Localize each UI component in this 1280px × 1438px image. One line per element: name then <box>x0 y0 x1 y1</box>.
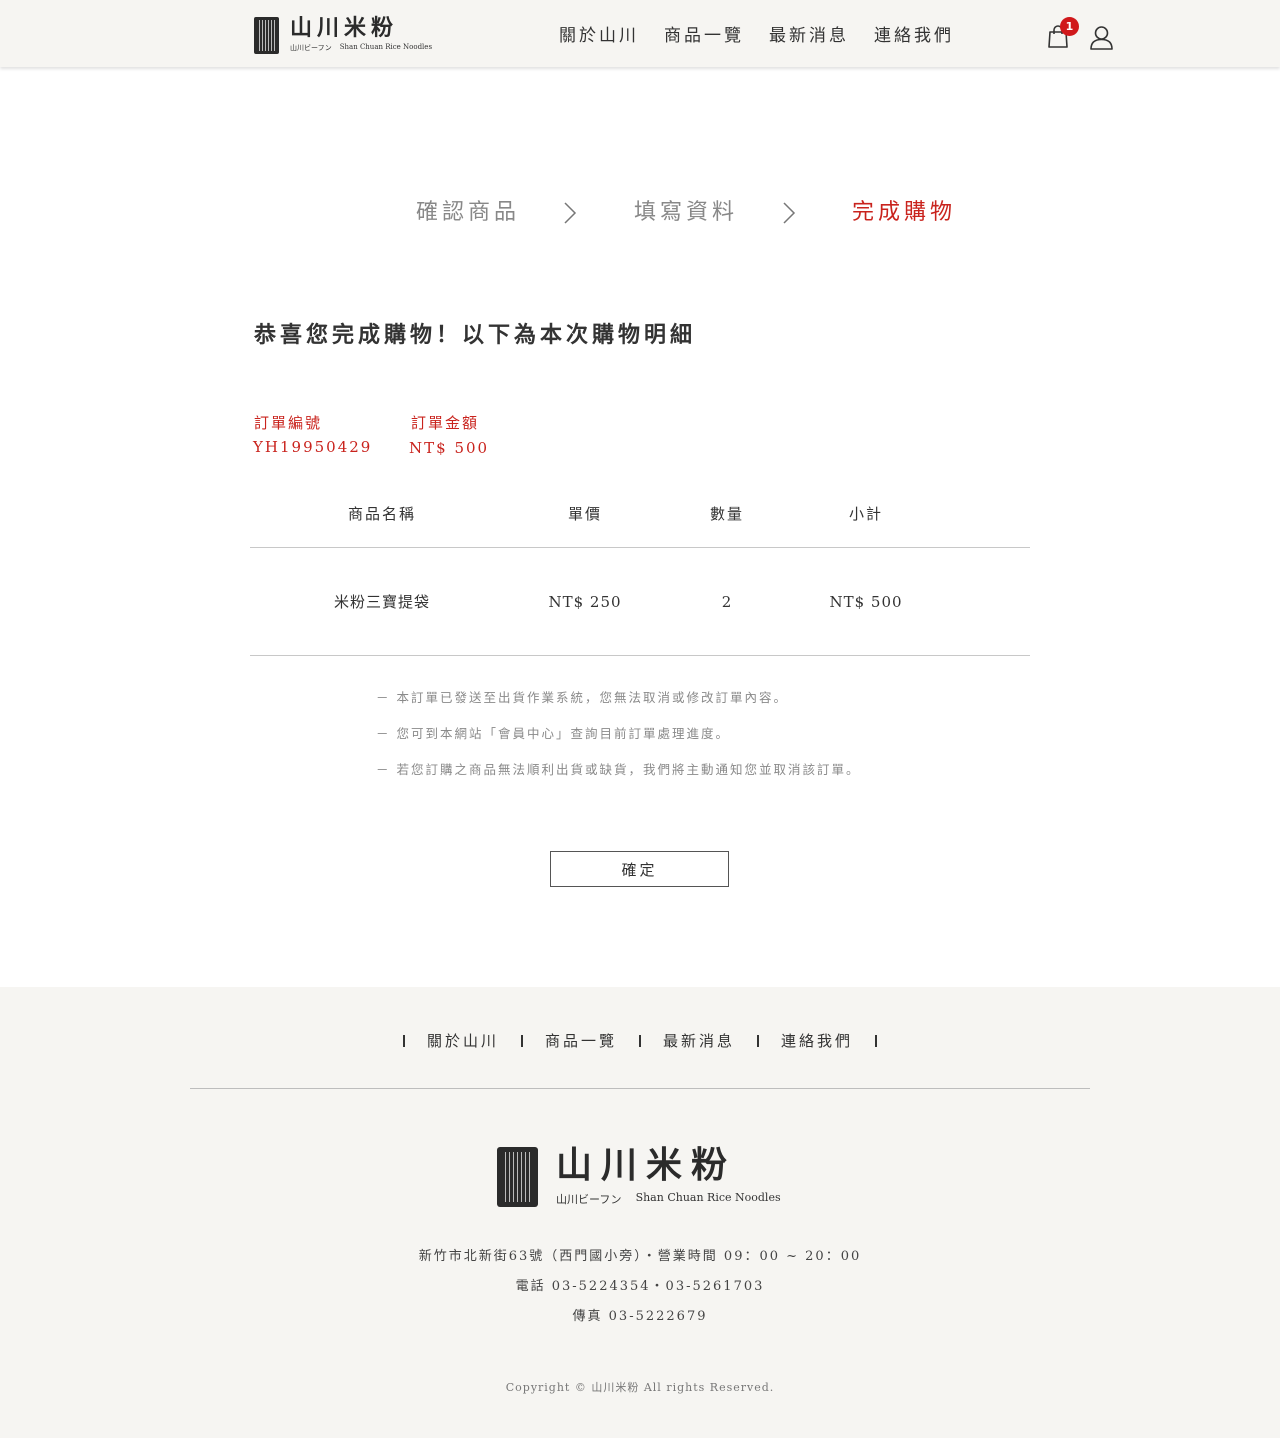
footer-logo-title: 山川米粉 <box>556 1145 737 1186</box>
footer-logo-en: Shan Chuan Rice Noodles <box>635 1191 781 1204</box>
cell-quantity: 2 <box>721 593 733 611</box>
nav-products[interactable]: 商品一覽 <box>664 24 769 48</box>
footer-logo-subtitle: 山川ビーフン Shan Chuan Rice Noodles <box>556 1191 781 1207</box>
footer-nav: 關於山川 商品一覽 最新消息 連絡我們 <box>0 1030 1280 1052</box>
col-subtotal: 小計 <box>848 505 883 523</box>
nav-news[interactable]: 最新消息 <box>769 24 874 48</box>
confirm-button[interactable]: 確定 <box>550 851 729 887</box>
footer-nav-products[interactable]: 商品一覽 <box>545 1030 617 1052</box>
order-number-value: YH19950429 <box>253 438 373 456</box>
order-note: － 本訂單已發送至出貨作業系統，您無法取消或修改訂單內容。 <box>376 690 788 705</box>
col-product-name: 商品名稱 <box>347 505 416 523</box>
cell-subtotal: NT$ 500 <box>829 593 903 611</box>
footer-nav-about[interactable]: 關於山川 <box>427 1030 499 1052</box>
nav-contact[interactable]: 連絡我們 <box>874 24 979 48</box>
site-header: 山川米粉 山川ビーフン Shan Chuan Rice Noodles 關於山川… <box>0 0 1280 67</box>
footer-phone: 電話 03-5224354・03-5261703 <box>515 1279 765 1294</box>
footer-nav-contact[interactable]: 連絡我們 <box>781 1030 853 1052</box>
site-footer: 關於山川 商品一覽 最新消息 連絡我們 山川米粉 山川ビーフン Shan Chu… <box>0 987 1280 1438</box>
col-quantity: 數量 <box>709 505 744 523</box>
footer-logo-jp: 山川ビーフン <box>556 1193 622 1206</box>
cart-count-badge[interactable]: 1 <box>1060 17 1079 36</box>
cell-product-name: 米粉三寶提袋 <box>333 593 430 611</box>
chevron-right-icon <box>564 202 577 224</box>
logo-text: 山川米粉 山川ビーフン Shan Chuan Rice Noodles <box>290 15 432 53</box>
footer-nav-divider <box>757 1035 760 1047</box>
footer-divider <box>190 1088 1090 1089</box>
logo-subtitle: 山川ビーフン Shan Chuan Rice Noodles <box>290 43 432 53</box>
user-icon[interactable] <box>1089 25 1114 50</box>
footer-fax: 傳真 03-5222679 <box>572 1309 708 1324</box>
footer-nav-divider <box>875 1035 878 1047</box>
logo-mark-icon <box>254 16 279 54</box>
order-note: － 您可到本網站「會員中心」查詢目前訂單處理進度。 <box>376 726 730 741</box>
checkout-steps: 確認商品 填寫資料 完成購物 <box>0 198 1280 228</box>
logo-mark-icon <box>497 1147 538 1207</box>
order-amount-value: NT$ 500 <box>409 439 490 457</box>
footer-nav-divider <box>639 1035 641 1047</box>
site-logo[interactable]: 山川米粉 山川ビーフン Shan Chuan Rice Noodles <box>254 16 432 54</box>
footer-nav-divider <box>520 1035 523 1047</box>
footer-logo-text: 山川米粉 山川ビーフン Shan Chuan Rice Noodles <box>556 1147 781 1207</box>
footer-address: 新竹市北新街63號（西門國小旁）・營業時間 09：00 ~ 20：00 <box>418 1249 862 1264</box>
step-fill-info: 填寫資料 <box>634 200 739 225</box>
footer-nav-news[interactable]: 最新消息 <box>663 1030 735 1052</box>
logo-jp: 山川ビーフン <box>290 43 332 52</box>
footer-nav-divider <box>402 1035 405 1047</box>
col-unit-price: 單價 <box>567 505 602 523</box>
main-nav: 關於山川 商品一覽 最新消息 連絡我們 <box>559 24 979 48</box>
footer-copyright: Copyright © 山川米粉 All rights Reserved. <box>505 1381 775 1394</box>
logo-en: Shan Chuan Rice Noodles <box>339 42 433 51</box>
chevron-right-icon <box>783 202 796 224</box>
step-confirm-products: 確認商品 <box>416 200 521 225</box>
order-amount-label: 訂單金額 <box>411 414 480 432</box>
order-number-label: 訂單編號 <box>254 414 323 432</box>
cell-unit-price: NT$ 250 <box>548 593 622 611</box>
page-title: 恭喜您完成購物！以下為本次購物明細 <box>254 322 697 348</box>
footer-logo: 山川米粉 山川ビーフン Shan Chuan Rice Noodles <box>497 1147 781 1207</box>
table-divider <box>250 655 1030 656</box>
logo-title: 山川米粉 <box>290 15 399 41</box>
order-note: － 若您訂購之商品無法順利出貨或缺貨，我們將主動通知您並取消該訂單。 <box>376 762 861 777</box>
nav-about[interactable]: 關於山川 <box>559 24 664 48</box>
table-divider <box>250 547 1030 548</box>
step-complete: 完成購物 <box>852 200 957 225</box>
